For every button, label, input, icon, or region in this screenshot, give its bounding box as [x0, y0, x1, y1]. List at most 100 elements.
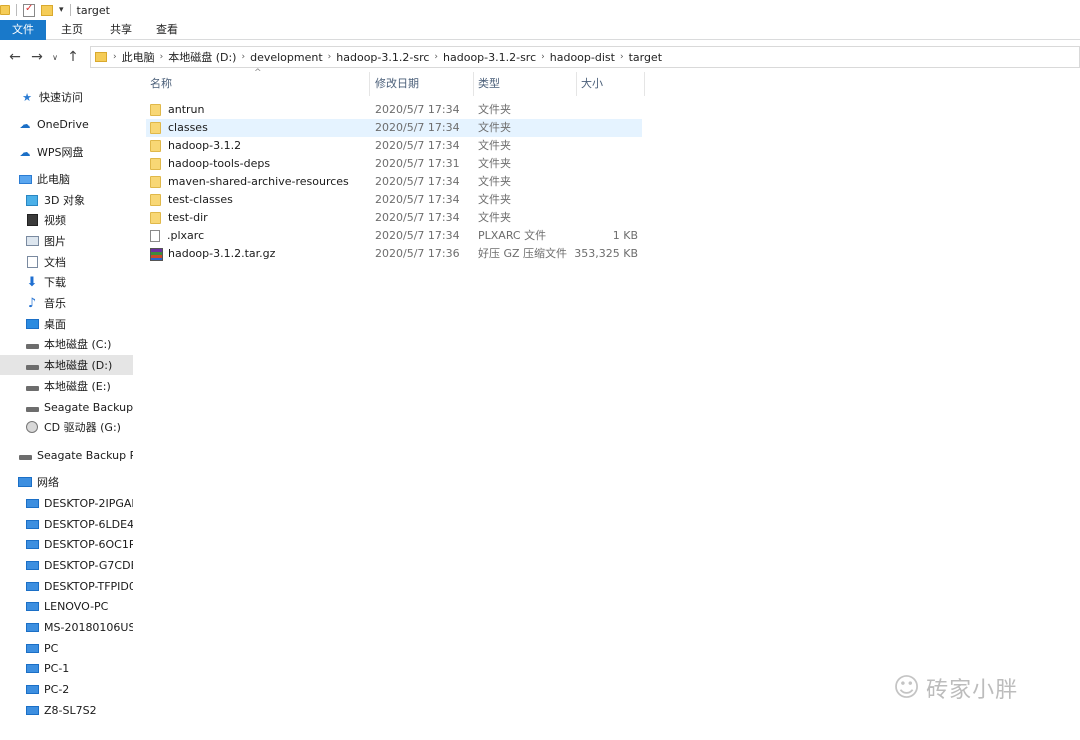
breadcrumb-hadoop-src[interactable]: hadoop-3.1.2-src [336, 51, 429, 64]
properties-icon[interactable] [23, 3, 35, 17]
list-item[interactable]: antrun 2020/5/7 17:34 文件夹 [146, 101, 642, 119]
list-item[interactable]: .plxarc 2020/5/7 17:34 PLXARC 文件 1 KB [146, 227, 642, 245]
list-item[interactable]: maven-shared-archive-resources 2020/5/7 … [146, 173, 642, 191]
file-name: hadoop-3.1.2.tar.gz [168, 247, 276, 260]
sidebar-item-drive-e[interactable]: 本地磁盘 (E:) [0, 376, 133, 396]
drive-icon [25, 359, 39, 371]
file-name-cell: hadoop-tools-deps [150, 155, 270, 173]
list-item[interactable]: hadoop-tools-deps 2020/5/7 17:31 文件夹 [146, 155, 642, 173]
list-item[interactable]: test-dir 2020/5/7 17:34 文件夹 [146, 209, 642, 227]
tab-home[interactable]: 主页 [46, 20, 98, 40]
breadcrumb-hadoop-src-inner[interactable]: hadoop-3.1.2-src [443, 51, 536, 64]
cloud-icon: ☁ [19, 145, 31, 159]
monitor-icon [25, 662, 39, 674]
list-item[interactable]: test-classes 2020/5/7 17:34 文件夹 [146, 191, 642, 209]
sidebar-item-drive-d[interactable]: 本地磁盘 (D:) [0, 355, 133, 375]
sidebar-item-network-pc[interactable]: DESKTOP-TFPID0( [0, 576, 133, 596]
chevron-right-icon[interactable]: › [541, 52, 545, 62]
new-folder-icon[interactable] [41, 4, 53, 16]
sidebar-item-label: DESKTOP-G7CDEI [44, 558, 133, 572]
file-name: antrun [168, 103, 205, 116]
archive-icon [150, 247, 163, 261]
column-header-date[interactable]: 修改日期 [371, 72, 474, 96]
sidebar-item-drive-c[interactable]: 本地磁盘 (C:) [0, 334, 133, 354]
chevron-right-icon[interactable]: › [620, 52, 624, 62]
sidebar-item-desktop[interactable]: 桌面 [0, 314, 133, 334]
file-name-cell: maven-shared-archive-resources [150, 173, 349, 191]
chevron-right-icon[interactable]: › [328, 52, 332, 62]
up-arrow-icon[interactable]: ↑ [62, 46, 84, 68]
file-icon [150, 230, 160, 242]
column-header-name[interactable]: 名称 [146, 72, 370, 96]
breadcrumb-target[interactable]: target [629, 51, 662, 64]
sidebar-item-label: OneDrive [37, 117, 89, 131]
sidebar-item-music[interactable]: ♪ 音乐 [0, 293, 133, 313]
chevron-right-icon[interactable]: › [160, 52, 164, 62]
sidebar-item-network-pc[interactable]: PC-1 [0, 658, 133, 678]
sidebar-item-pictures[interactable]: 图片 [0, 231, 133, 251]
sidebar-item-network-pc[interactable]: PC-2 [0, 679, 133, 699]
sidebar-item-network-pc[interactable]: DESKTOP-6LDE41 [0, 514, 133, 534]
tab-view[interactable]: 查看 [144, 20, 190, 40]
list-item[interactable]: classes 2020/5/7 17:34 文件夹 [146, 119, 642, 137]
address-bar[interactable]: › 此电脑 › 本地磁盘 (D:) › development › hadoop… [90, 46, 1080, 68]
sidebar-item-network-pc[interactable]: DESKTOP-G7CDEI [0, 555, 133, 575]
tab-share[interactable]: 共享 [98, 20, 144, 40]
navigation-bar: ← → ∨ ↑ › 此电脑 › 本地磁盘 (D:) › development … [0, 44, 1080, 70]
tab-file[interactable]: 文件 [0, 19, 46, 40]
sidebar-item-network-pc[interactable]: LENOVO-PC [0, 596, 133, 616]
sidebar-item-network-pc[interactable]: Z8-SL7S2 [0, 700, 133, 720]
sidebar-item-label: 下载 [44, 276, 66, 289]
chevron-right-icon[interactable]: › [434, 52, 438, 62]
monitor-icon [25, 621, 39, 633]
file-name: classes [168, 121, 208, 134]
sidebar-item-this-pc[interactable]: 此电脑 [0, 169, 133, 189]
sidebar-item-3d-objects[interactable]: 3D 对象 [0, 190, 133, 210]
sidebar-item-network-pc[interactable]: MS-20180106USY [0, 617, 133, 637]
navigation-pane: ★ 快速访问 ☁ OneDrive ☁ WPS网盘 此电脑 3D 对象 视频 图… [0, 80, 133, 740]
document-icon [25, 256, 39, 268]
breadcrumb-this-pc[interactable]: 此电脑 [122, 49, 155, 65]
sidebar-item-quick-access[interactable]: ★ 快速访问 [0, 87, 133, 107]
sidebar-item-label: DESKTOP-6LDE41 [44, 517, 133, 531]
sidebar-item-seagate-external[interactable]: Seagate Backup Plu [0, 445, 133, 465]
sidebar-item-network-pc[interactable]: DESKTOP-2IPGAN [0, 493, 133, 513]
column-header-type[interactable]: 类型 [474, 72, 577, 96]
chevron-right-icon[interactable]: › [113, 52, 117, 62]
sidebar-item-network-pc[interactable]: DESKTOP-6OC1R( [0, 534, 133, 554]
sidebar-item-onedrive[interactable]: ☁ OneDrive [0, 114, 133, 134]
star-icon: ★ [22, 90, 32, 104]
monitor-icon [25, 538, 39, 550]
breadcrumb-drive-d[interactable]: 本地磁盘 (D:) [168, 49, 236, 65]
file-name: maven-shared-archive-resources [168, 175, 349, 188]
file-date: 2020/5/7 17:36 [375, 247, 460, 260]
file-type: 文件夹 [478, 121, 511, 134]
sidebar-item-wps[interactable]: ☁ WPS网盘 [0, 142, 133, 162]
sidebar-item-videos[interactable]: 视频 [0, 210, 133, 230]
recent-locations-chevron-icon[interactable]: ∨ [48, 46, 62, 68]
sidebar-item-label: MS-20180106USY [44, 620, 133, 634]
forward-arrow-icon[interactable]: → [26, 46, 48, 68]
sidebar-item-seagate-backup[interactable]: Seagate Backup F [0, 397, 133, 417]
list-item[interactable]: hadoop-3.1.2 2020/5/7 17:34 文件夹 [146, 137, 642, 155]
breadcrumb-development[interactable]: development [250, 51, 323, 64]
drive-icon [18, 449, 32, 461]
chevron-right-icon[interactable]: › [241, 52, 245, 62]
sidebar-item-downloads[interactable]: ⬇ 下载 [0, 272, 133, 292]
download-arrow-icon: ⬇ [26, 274, 38, 290]
back-arrow-icon[interactable]: ← [4, 46, 26, 68]
folder-icon [0, 5, 10, 15]
sidebar-item-network-pc[interactable]: PC [0, 638, 133, 658]
folder-icon [150, 122, 161, 134]
file-name: .plxarc [167, 229, 205, 242]
list-item[interactable]: hadoop-3.1.2.tar.gz 2020/5/7 17:36 好压 GZ… [146, 245, 642, 263]
monitor-icon [25, 642, 39, 654]
sidebar-item-label: 此电脑 [37, 173, 70, 186]
column-header-size[interactable]: 大小 [577, 72, 645, 96]
sidebar-item-documents[interactable]: 文档 [0, 252, 133, 272]
sidebar-item-network[interactable]: 网络 [0, 472, 133, 492]
breadcrumb-hadoop-dist[interactable]: hadoop-dist [550, 51, 615, 64]
file-size: 1 KB [612, 229, 638, 242]
customize-toolbar-chevron-icon[interactable]: ▾ [59, 5, 64, 15]
sidebar-item-cd-drive[interactable]: CD 驱动器 (G:) [0, 417, 133, 437]
